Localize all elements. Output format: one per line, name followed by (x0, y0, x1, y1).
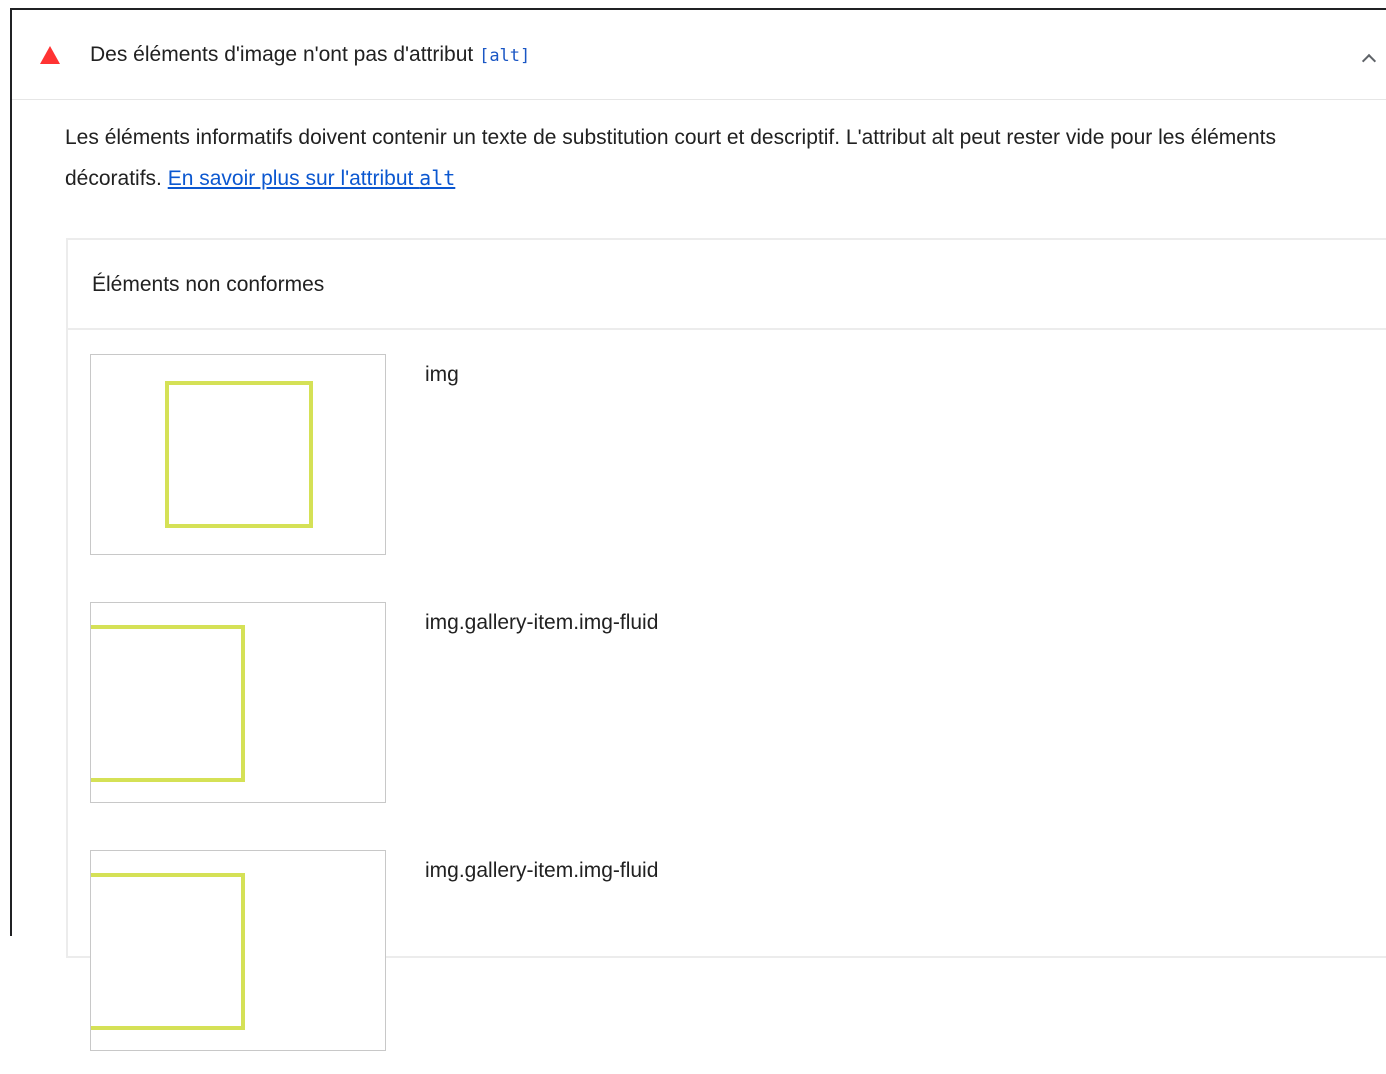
element-screenshot (90, 602, 386, 803)
element-screenshot (90, 354, 386, 555)
audit-title: Des éléments d'image n'ont pas d'attribu… (90, 42, 530, 69)
element-selector: img (425, 363, 459, 386)
learn-more-link[interactable]: En savoir plus sur l'attribut alt (167, 166, 456, 190)
element-highlight (165, 381, 313, 528)
element-screenshot (90, 850, 386, 1051)
audit-title-code: [alt] (479, 46, 531, 66)
learn-more-text: En savoir plus sur l'attribut (167, 167, 420, 190)
audit-header[interactable]: Des éléments d'image n'ont pas d'attribu… (12, 10, 1386, 100)
fail-triangle-icon (40, 46, 60, 64)
element-highlight (91, 625, 245, 782)
element-selector: img.gallery-item.img-fluid (425, 611, 659, 634)
audit-title-text: Des éléments d'image n'ont pas d'attribu… (90, 43, 480, 66)
element-highlight (91, 873, 245, 1030)
audit-panel: Des éléments d'image n'ont pas d'attribu… (10, 8, 1386, 1051)
table-row[interactable]: img.gallery-item.img-fluid (68, 578, 1386, 826)
audit-description: Les éléments informatifs doivent conteni… (65, 118, 1365, 199)
chevron-up-icon[interactable] (1361, 53, 1377, 69)
table-row[interactable]: img (68, 330, 1386, 578)
element-selector: img.gallery-item.img-fluid (425, 859, 659, 882)
failing-elements-table: Éléments non conformes img img.gallery-i… (66, 238, 1386, 1051)
table-row[interactable]: img.gallery-item.img-fluid (68, 826, 1386, 1074)
table-header: Éléments non conformes (68, 240, 1386, 330)
table-header-label: Éléments non conformes (92, 273, 325, 296)
learn-more-code: alt (419, 166, 456, 190)
